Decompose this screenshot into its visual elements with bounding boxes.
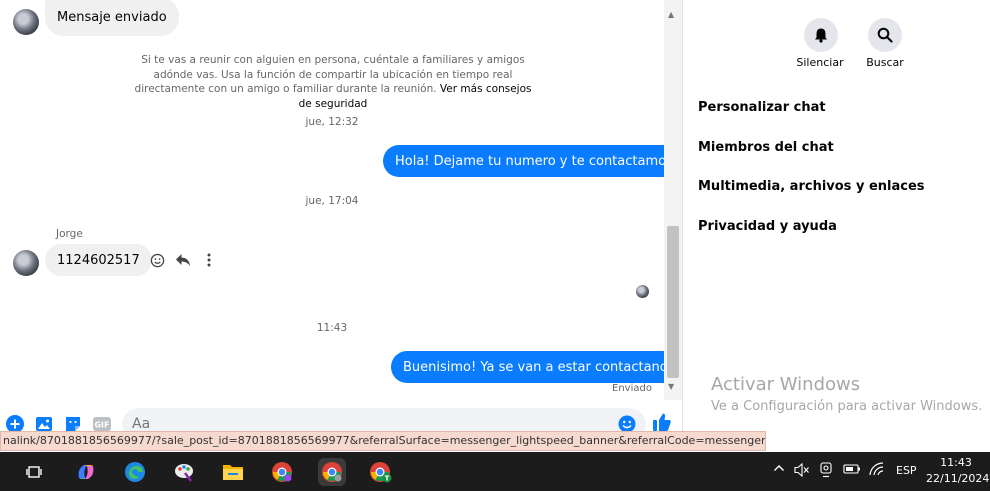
chat-pane: Mensaje enviado Si te vas a reunir con a… (0, 0, 664, 452)
show-hidden-icons-icon[interactable] (773, 462, 785, 477)
scroll-down-icon[interactable]: ▼ (668, 382, 674, 392)
chat-members-item[interactable]: Miembros del chat (698, 140, 834, 155)
activate-title: Activar Windows (711, 374, 861, 395)
scroll-up-icon[interactable]: ▲ (668, 10, 674, 20)
volume-muted-icon[interactable] (794, 462, 810, 480)
task-view-icon[interactable] (20, 458, 48, 486)
activate-windows-watermark: Activar Windows Ve a Configuración para … (711, 374, 982, 414)
message-actions (148, 251, 218, 269)
wifi-icon[interactable] (869, 462, 885, 479)
chrome-active-icon[interactable] (318, 458, 346, 486)
message-text: Hola! Dejame tu numero y te contactamos (395, 153, 664, 169)
chrome-icon[interactable] (268, 458, 296, 486)
privacy-help-item[interactable]: Privacidad y ayuda (698, 219, 837, 234)
system-clock[interactable]: 11:43 22/11/2024 (926, 455, 990, 487)
seen-avatar (636, 285, 649, 298)
chat-scrollbar[interactable]: ▲ ▼ (664, 0, 682, 400)
message-bubble-top[interactable]: Mensaje enviado (45, 0, 179, 36)
react-icon[interactable] (148, 251, 166, 269)
timestamp-1: jue, 12:32 (305, 116, 359, 128)
language-indicator[interactable]: ESP (896, 464, 917, 477)
message-text: Mensaje enviado (57, 9, 167, 25)
battery-icon[interactable] (843, 463, 861, 478)
activate-subtitle: Ve a Configuración para activar Windows. (711, 399, 983, 414)
sent-status: Enviado (612, 383, 652, 394)
outgoing-message-1[interactable]: Hola! Dejame tu numero y te contactamos (383, 145, 664, 177)
status-url-bar: nalink/8701881856569977/?sale_post_id=87… (0, 431, 766, 451)
scrollbar-thumb[interactable] (667, 226, 679, 378)
edge-icon[interactable] (121, 458, 149, 486)
media-files-links-item[interactable]: Multimedia, archivos y enlaces (698, 179, 925, 194)
bell-icon (815, 28, 827, 43)
chrome-profile-icon[interactable]: T (367, 458, 395, 486)
message-text: 1124602517 (57, 252, 140, 268)
paint-icon[interactable] (170, 458, 198, 486)
message-input[interactable] (132, 416, 602, 432)
chat-info-panel: Silenciar Buscar Personalizar chat Miemb… (683, 0, 990, 452)
webcam-icon[interactable] (819, 462, 833, 481)
search-label: Buscar (866, 56, 904, 69)
search-button[interactable] (868, 18, 902, 52)
more-options-icon[interactable] (200, 251, 218, 269)
reply-icon[interactable] (174, 251, 192, 269)
clock-time: 11:43 (940, 456, 972, 469)
screen: Mensaje enviado Si te vas a reunir con a… (0, 0, 990, 491)
sender-avatar[interactable] (13, 250, 39, 276)
taskbar: T ESP 11:43 22/11/2024 (0, 452, 990, 491)
search-icon (877, 27, 893, 43)
timestamp-3: 11:43 (316, 322, 348, 334)
like-icon[interactable] (652, 412, 672, 432)
contact-avatar[interactable] (13, 9, 39, 35)
mute-button[interactable] (804, 18, 838, 52)
svg-text:GIF: GIF (94, 421, 109, 430)
customize-chat-item[interactable]: Personalizar chat (698, 100, 826, 115)
clock-date: 22/11/2024 (926, 472, 990, 485)
safety-notice: Si te vas a reunir con alguien en person… (130, 53, 536, 111)
sender-name: Jorge (56, 228, 83, 240)
outgoing-message-2[interactable]: Buenisimo! Ya se van a estar contactando (391, 351, 664, 383)
chrome-profile-badge: T (385, 475, 390, 483)
mute-label: Silenciar (796, 56, 844, 69)
copilot-icon[interactable] (72, 458, 100, 486)
file-explorer-icon[interactable] (219, 458, 247, 486)
timestamp-2: jue, 17:04 (305, 195, 359, 207)
message-text: Buenisimo! Ya se van a estar contactando (403, 359, 664, 375)
incoming-message-1[interactable]: 1124602517 (45, 244, 152, 276)
